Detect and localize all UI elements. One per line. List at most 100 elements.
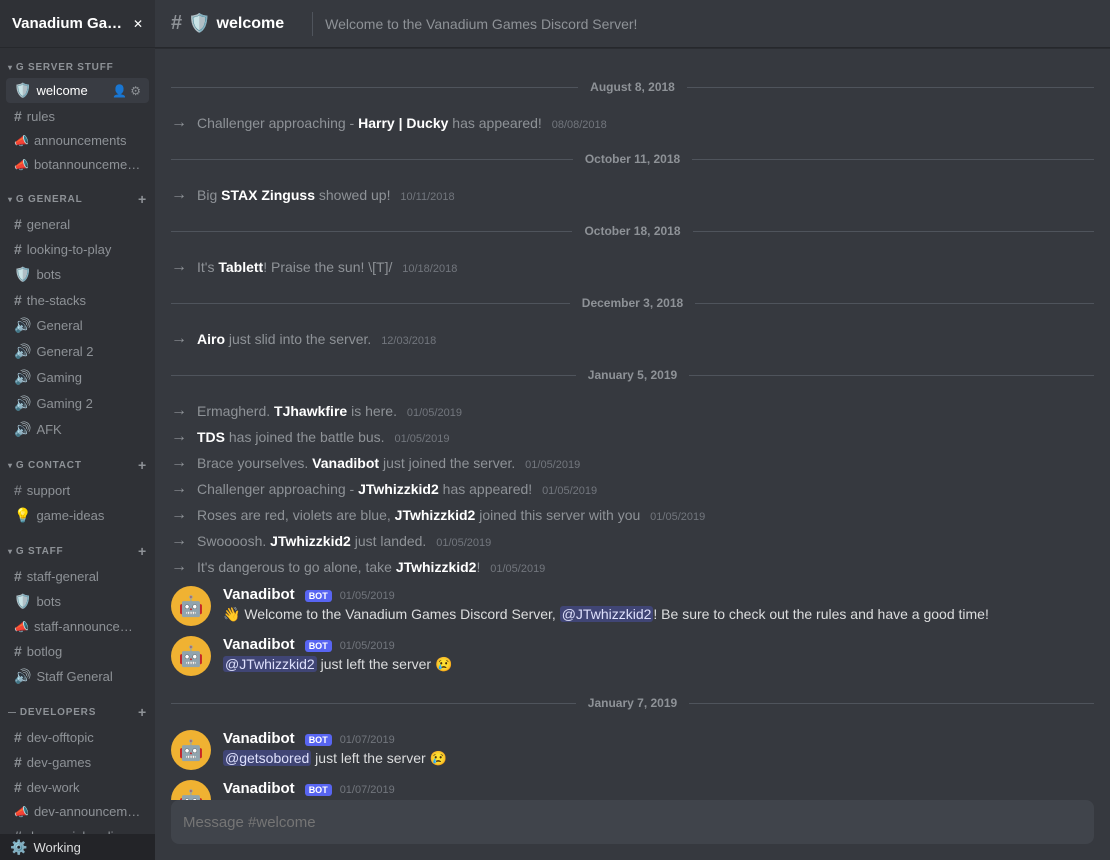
bot-badge3: BOT: [305, 734, 332, 746]
msg-time10: 01/05/2019: [436, 537, 491, 549]
channel-item-game-ideas[interactable]: 💡 game-ideas: [6, 503, 149, 528]
channel-item-vc-gaming[interactable]: 🔊 Gaming: [6, 365, 149, 390]
channel-hash4-icon: #: [14, 292, 22, 308]
channel-item-general[interactable]: # general: [6, 212, 149, 236]
messages-area[interactable]: August 8, 2018 → Challenger approaching …: [155, 48, 1110, 800]
msg-time5: 01/05/2019: [407, 407, 462, 419]
channel-item-botlog[interactable]: # botlog: [6, 639, 149, 663]
channel-item-staff-announcements[interactable]: 📣 staff-announcements: [6, 615, 149, 638]
channel-settings-icon[interactable]: ⚙: [130, 84, 141, 98]
message-body2: Vanadibot BOT 01/05/2019 @JTwhizzkid2 ju…: [223, 636, 1094, 676]
system-msg-jtwhizz-appear: → Challenger approaching - JTwhizzkid2 h…: [155, 476, 1110, 502]
category-staff-plus-icon[interactable]: +: [138, 543, 147, 559]
message-time2: 01/05/2019: [340, 640, 395, 652]
channel-hash8-icon: #: [14, 754, 22, 770]
input-area: [155, 800, 1110, 860]
username-jtwhizz2: JTwhizzkid2: [395, 507, 476, 523]
channel-hash-icon: #: [14, 108, 22, 124]
channel-hash6-icon: #: [14, 643, 22, 659]
channel-item-dev-games[interactable]: # dev-games: [6, 750, 149, 774]
channel-item-dev-work[interactable]: # dev-work: [6, 775, 149, 799]
arrow-icon6: →: [171, 428, 187, 446]
system-msg-airo: → Airo just slid into the server. 12/03/…: [155, 326, 1110, 352]
channel-item-staff-general[interactable]: # staff-general: [6, 564, 149, 588]
channel-item-vc-afk[interactable]: 🔊 AFK: [6, 417, 149, 442]
category-dev-plus-icon[interactable]: +: [138, 704, 147, 720]
channel-item-bots[interactable]: 🛡️ bots: [6, 262, 149, 287]
channel-hash10-icon: #: [14, 828, 22, 834]
message-input-box[interactable]: [171, 800, 1094, 844]
vanadibot-avatar: 🤖: [171, 586, 211, 626]
msg-time: 08/08/2018: [552, 119, 607, 131]
category-server-stuff[interactable]: ▾ G SERVER STUFF: [0, 48, 155, 77]
header-divider: [312, 12, 313, 36]
msg-time8: 01/05/2019: [542, 485, 597, 497]
channel-item-dev-announcements[interactable]: 📣 dev-announcements: [6, 800, 149, 823]
date-oct18: October 18, 2018: [572, 224, 692, 238]
channel-user-icon[interactable]: 👤: [112, 84, 127, 98]
channel-shield3-icon: 🛡️: [14, 593, 31, 610]
channel-item-staff-bots[interactable]: 🛡️ bots: [6, 589, 149, 614]
system-msg-stax: → Big STAX Zinguss showed up! 10/11/2018: [155, 182, 1110, 208]
message-header4: Vanadibot BOT 01/07/2019: [223, 780, 1094, 797]
category-contact[interactable]: ▾ G CONTACT +: [0, 443, 155, 477]
arrow-icon10: →: [171, 532, 187, 550]
voice-speaker-icon: 🔊: [14, 317, 31, 334]
channel-item-looking-to-play[interactable]: # looking-to-play: [6, 237, 149, 261]
system-msg-jtwhizz-dangerous: → It's dangerous to go alone, take JTwhi…: [155, 554, 1110, 580]
username-airo: Airo: [197, 331, 225, 347]
channel-item-rules[interactable]: # rules: [6, 104, 149, 128]
system-msg-text: Challenger approaching - Harry | Ducky h…: [197, 115, 607, 131]
channel-hash3-icon: #: [14, 241, 22, 257]
channel-header-topic: Welcome to the Vanadium Games Discord Se…: [325, 16, 637, 32]
category-label: G SERVER STUFF: [16, 62, 147, 73]
channel-item-staff-vc[interactable]: 🔊 Staff General: [6, 664, 149, 689]
channel-item-botannouncements[interactable]: 📣 botannouncements: [6, 153, 149, 176]
date-divider-aug2018: August 8, 2018: [155, 80, 1110, 94]
category-developers[interactable]: — DEVELOPERS +: [0, 690, 155, 724]
channel-header-hash-icon: #: [171, 12, 182, 35]
channel-lightbulb-icon: 💡: [14, 507, 31, 524]
channel-item-dev-offtopic[interactable]: # dev-offtopic: [6, 725, 149, 749]
arrow-icon7: →: [171, 454, 187, 472]
category-contact-plus-icon[interactable]: +: [138, 457, 147, 473]
arrow-icon9: →: [171, 506, 187, 524]
username-harry: Harry | Ducky: [358, 115, 448, 131]
channel-item-vc-gaming2[interactable]: 🔊 Gaming 2: [6, 391, 149, 416]
category-arrow5-icon: —: [8, 708, 17, 717]
channel-header-shield-icon: 🛡️: [188, 13, 210, 34]
msg-time11: 01/05/2019: [490, 563, 545, 575]
channel-item-welcome[interactable]: 🛡️ welcome 👤 ⚙: [6, 78, 149, 103]
channel-item-vc-general2[interactable]: 🔊 General 2: [6, 339, 149, 364]
vanadibot-avatar4: 🤖: [171, 780, 211, 800]
arrow-icon2: →: [171, 186, 187, 204]
arrow-icon4: →: [171, 330, 187, 348]
channel-item-announcements[interactable]: 📣 announcements: [6, 129, 149, 152]
date-jan2019: January 5, 2019: [576, 368, 689, 382]
system-msg-vanadibot-join: → Brace yourselves. Vanadibot just joine…: [155, 450, 1110, 476]
server-header[interactable]: Vanadium Games ✕: [0, 0, 155, 48]
category-plus-icon[interactable]: +: [138, 191, 147, 207]
divider-line2: [687, 87, 1094, 88]
username-vanadibot: Vanadibot: [312, 455, 379, 471]
date-divider-label: August 8, 2018: [578, 80, 687, 94]
message-time3: 01/07/2019: [340, 734, 395, 746]
category-general[interactable]: ▾ G GENERAL +: [0, 177, 155, 211]
date-divider-oct18-2018: October 18, 2018: [155, 224, 1110, 238]
username-tds: TDS: [197, 429, 225, 445]
channel-item-dev-socialmedia[interactable]: # dev-socialmedia: [6, 824, 149, 834]
category-staff[interactable]: ▾ G STAFF +: [0, 529, 155, 563]
username-jtwhizz3: JTwhizzkid2: [270, 533, 351, 549]
message-input[interactable]: [183, 814, 1082, 831]
date-divider-oct2018: October 11, 2018: [155, 152, 1110, 166]
channel-item-vc-general[interactable]: 🔊 General: [6, 313, 149, 338]
mention: @JTwhizzkid2: [560, 606, 654, 622]
message-time: 01/05/2019: [340, 590, 395, 602]
channel-megaphone4-icon: 📣: [14, 805, 29, 819]
msg-time2: 10/11/2018: [400, 191, 454, 203]
channel-item-the-stacks[interactable]: # the-stacks: [6, 288, 149, 312]
channel-hash2-icon: #: [14, 216, 22, 232]
channel-item-support[interactable]: # support: [6, 478, 149, 502]
username-jtwhizz4: JTwhizzkid2: [396, 559, 477, 575]
voice-speaker2-icon: 🔊: [14, 343, 31, 360]
